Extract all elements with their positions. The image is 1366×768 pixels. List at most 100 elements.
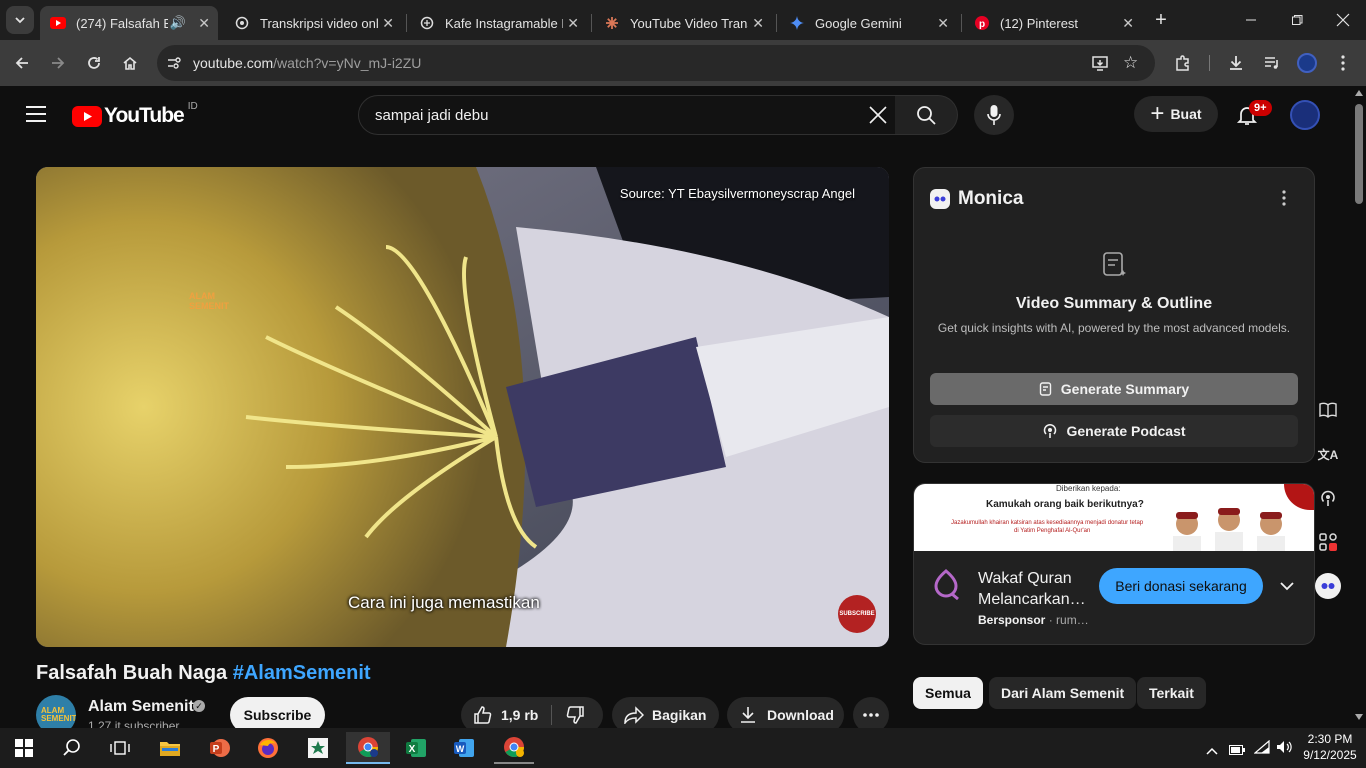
youtube-play-icon — [72, 105, 102, 127]
tab-search-button[interactable] — [6, 6, 34, 34]
account-avatar[interactable] — [1290, 100, 1320, 130]
youtube-logo[interactable]: YouTube ID — [72, 101, 198, 128]
search-button[interactable] — [895, 95, 958, 135]
generate-podcast-button[interactable]: Generate Podcast — [930, 415, 1298, 447]
chip-related[interactable]: Terkait — [1137, 677, 1206, 709]
battery-icon[interactable] — [1229, 742, 1245, 760]
ad-expand-chevron-icon[interactable] — [1280, 578, 1294, 596]
file-explorer-icon[interactable] — [150, 732, 190, 764]
ad-donate-button[interactable]: Beri donasi sekarang — [1099, 568, 1263, 604]
subscribe-badge-logo[interactable]: SUBSCRIBE — [838, 595, 876, 633]
close-tab-icon[interactable]: ✕ — [382, 15, 394, 32]
wifi-icon[interactable] — [1253, 739, 1270, 759]
voice-search-button[interactable] — [974, 95, 1014, 135]
monica-floating-button[interactable] — [1313, 571, 1343, 601]
generate-podcast-label: Generate Podcast — [1066, 423, 1186, 439]
close-tab-icon[interactable]: ✕ — [937, 15, 949, 32]
video-title: Falsafah Buah Naga #AlamSemenit — [36, 662, 371, 685]
tab-title: (274) Falsafah Buah Naga — [76, 15, 168, 31]
ad-banner-image[interactable]: Diberikan kepada: Kamukah orang baik ber… — [914, 484, 1314, 551]
volume-icon[interactable] — [1276, 740, 1294, 759]
clear-search-icon[interactable] — [869, 106, 887, 129]
ad-title[interactable]: Wakaf Quran Melancarkan… — [978, 568, 1090, 610]
tab-title: Kafe Instagramable Favorit — [445, 15, 563, 31]
firefox-icon[interactable] — [248, 732, 288, 764]
browser-tab[interactable]: p (12) Pinterest ✕ — [964, 6, 1142, 40]
browser-tab[interactable]: YouTube Video Transcript ✕ — [594, 6, 772, 40]
sponsored-ad-card[interactable]: Diberikan kepada: Kamukah orang baik ber… — [913, 483, 1315, 645]
forward-icon[interactable] — [43, 48, 73, 78]
reader-book-icon[interactable] — [1313, 395, 1343, 425]
chrome-profile-icon[interactable] — [494, 732, 534, 764]
star-app-icon[interactable] — [298, 732, 338, 764]
profile-avatar[interactable] — [1292, 48, 1322, 78]
address-bar[interactable]: youtube.com/watch?v=yNv_mJ-i2ZU ☆ — [157, 45, 1155, 81]
close-tab-icon[interactable]: ✕ — [1122, 15, 1134, 32]
windows-start-icon[interactable] — [4, 732, 44, 764]
word-icon[interactable]: W — [444, 732, 484, 764]
clock-date: 9/12/2025 — [1303, 748, 1357, 762]
thumbs-down-icon[interactable] — [565, 705, 585, 725]
browser-tab[interactable]: Google Gemini ✕ — [779, 6, 957, 40]
minimize-icon[interactable] — [1236, 5, 1266, 35]
extensions-icon[interactable] — [1168, 48, 1198, 78]
create-label: Buat — [1170, 106, 1202, 122]
home-icon[interactable] — [115, 48, 145, 78]
speaker-icon[interactable]: 🔊 — [170, 15, 186, 31]
monica-menu-icon[interactable] — [1282, 190, 1286, 211]
taskbar-clock[interactable]: 2:30 PM 9/12/2025 — [1298, 731, 1362, 763]
bookmark-star-icon[interactable]: ☆ — [1123, 53, 1138, 73]
close-tab-icon[interactable]: ✕ — [198, 15, 210, 32]
new-tab-button[interactable]: + — [1146, 5, 1176, 35]
windows-taskbar: P X W 2:30 PM 9/12/2025 — [0, 728, 1366, 768]
close-tab-icon[interactable]: ✕ — [752, 15, 764, 32]
browser-toolbar: youtube.com/watch?v=yNv_mJ-i2ZU ☆ — [0, 40, 1366, 86]
apps-grid-icon[interactable] — [1313, 527, 1343, 557]
podcast-icon — [1044, 423, 1057, 438]
create-button[interactable]: + Buat — [1134, 96, 1218, 132]
generate-summary-label: Generate Summary — [1060, 381, 1190, 397]
ad-sponsor-line: Bersponsor · rum… — [978, 613, 1089, 627]
monica-title: Monica — [958, 188, 1024, 209]
reload-icon[interactable] — [79, 48, 109, 78]
browser-menu-icon[interactable] — [1328, 48, 1358, 78]
scroll-down-arrow-icon[interactable] — [1355, 714, 1363, 720]
chip-from-channel[interactable]: Dari Alam Semenit — [989, 677, 1137, 709]
scrollbar-thumb[interactable] — [1355, 104, 1363, 204]
task-view-icon[interactable] — [100, 732, 140, 764]
back-icon[interactable] — [7, 48, 37, 78]
like-divider — [551, 705, 552, 725]
subscribe-badge-text: SUBSCRIBE — [839, 611, 875, 617]
ad-sponsor-label: Bersponsor — [978, 613, 1046, 627]
browser-tab[interactable]: Kafe Instagramable Favorit ✕ — [409, 6, 587, 40]
generate-summary-button[interactable]: Generate Summary — [930, 373, 1298, 405]
document-sparkle-icon — [1102, 251, 1128, 284]
browser-tab[interactable]: (274) Falsafah Buah Naga 🔊 ✕ — [40, 6, 218, 40]
taskbar-search-icon[interactable] — [52, 732, 92, 764]
share-label: Bagikan — [652, 707, 707, 723]
install-app-icon[interactable] — [1091, 54, 1109, 77]
media-control-icon[interactable] — [1257, 48, 1287, 78]
scroll-up-arrow-icon[interactable] — [1355, 90, 1363, 96]
site-info-icon[interactable] — [165, 54, 183, 77]
page-scrollbar[interactable] — [1352, 86, 1366, 728]
chip-all[interactable]: Semua — [913, 677, 983, 709]
chrome-active-icon[interactable] — [346, 732, 390, 764]
hashtag-link[interactable]: #AlamSemenit — [233, 662, 371, 684]
hamburger-menu-icon[interactable] — [26, 106, 46, 127]
video-player[interactable]: ALAM SEMENIT Source: YT Ebaysilvermoneys… — [36, 167, 889, 647]
powerpoint-icon[interactable]: P — [200, 732, 240, 764]
close-tab-icon[interactable]: ✕ — [567, 15, 579, 32]
restore-icon[interactable] — [1282, 5, 1312, 35]
monica-panel: Monica Video Summary & Outline Get quick… — [913, 167, 1315, 463]
excel-icon[interactable]: X — [396, 732, 436, 764]
show-hidden-icons[interactable] — [1206, 742, 1218, 760]
channel-name[interactable]: Alam Semenit — [88, 698, 194, 716]
translate-icon[interactable]: 文A — [1313, 439, 1343, 469]
browser-tab[interactable]: Transkripsi video online ✕ — [224, 6, 402, 40]
plus-icon: + — [1150, 100, 1165, 127]
podcast-rail-icon[interactable] — [1313, 483, 1343, 513]
downloads-icon[interactable] — [1221, 48, 1251, 78]
search-input[interactable]: sampai jadi debu — [358, 95, 896, 135]
close-window-icon[interactable] — [1328, 5, 1358, 35]
